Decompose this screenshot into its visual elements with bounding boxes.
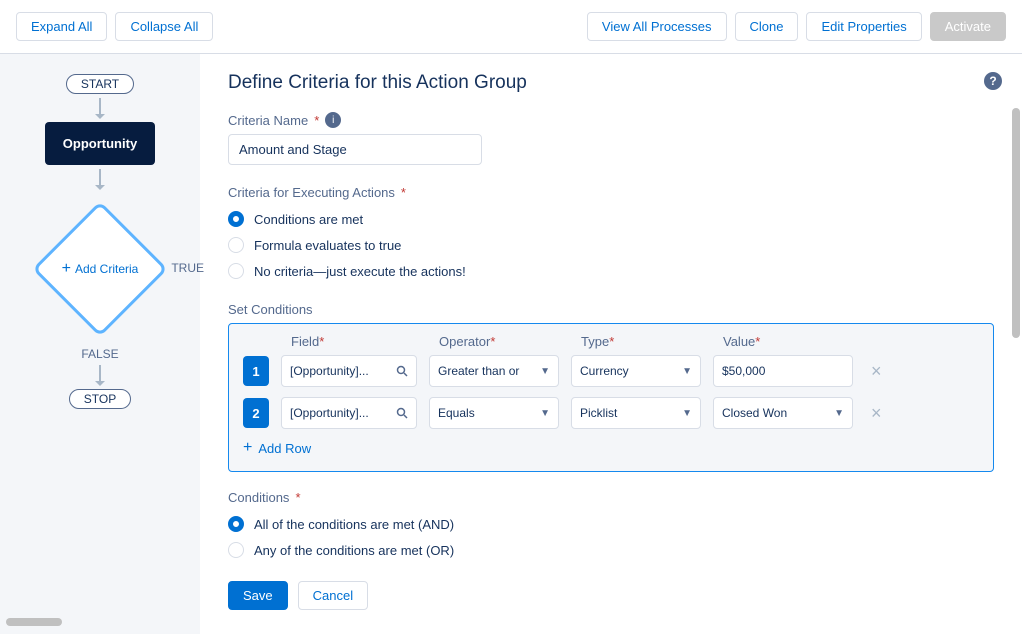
radio-no-criteria[interactable]: No criteria—just execute the actions!: [228, 258, 994, 284]
conditions-box: Field* Operator* Type* Value* 1 [Opportu…: [228, 323, 994, 472]
row-number: 2: [243, 398, 269, 428]
arrow-icon: [99, 365, 101, 385]
radio-icon: [228, 237, 244, 253]
chevron-down-icon: ▼: [834, 408, 844, 419]
object-node[interactable]: Opportunity: [45, 122, 155, 165]
footer-buttons: Save Cancel: [228, 581, 994, 610]
edit-properties-button[interactable]: Edit Properties: [806, 12, 921, 41]
stop-node: STOP: [69, 389, 131, 409]
chevron-down-icon: ▼: [540, 366, 550, 377]
conditions-logic-label: Conditions*: [228, 490, 994, 505]
chevron-down-icon: ▼: [682, 408, 692, 419]
view-all-processes-button[interactable]: View All Processes: [587, 12, 727, 41]
scrollbar-horizontal[interactable]: [6, 618, 62, 626]
type-select[interactable]: Picklist▼: [571, 397, 701, 429]
save-button[interactable]: Save: [228, 581, 288, 610]
arrow-icon: [99, 98, 101, 118]
value-select[interactable]: Closed Won▼: [713, 397, 853, 429]
operator-select[interactable]: Greater than or▼: [429, 355, 559, 387]
toolbar: Expand All Collapse All View All Process…: [0, 0, 1022, 54]
row-number: 1: [243, 356, 269, 386]
value-input[interactable]: $50,000: [713, 355, 853, 387]
expand-all-button[interactable]: Expand All: [16, 12, 107, 41]
radio-and[interactable]: All of the conditions are met (AND): [228, 511, 994, 537]
field-lookup[interactable]: [Opportunity]...: [281, 397, 417, 429]
add-criteria-label: Add Criteria: [75, 262, 138, 276]
radio-or[interactable]: Any of the conditions are met (OR): [228, 537, 994, 563]
help-icon[interactable]: ?: [984, 72, 1002, 90]
search-icon: [396, 407, 408, 419]
collapse-all-button[interactable]: Collapse All: [115, 12, 213, 41]
info-icon[interactable]: i: [325, 112, 341, 128]
toolbar-right: View All Processes Clone Edit Properties…: [587, 12, 1006, 41]
plus-icon: +: [243, 439, 252, 457]
exec-radio-group: Conditions are met Formula evaluates to …: [228, 206, 994, 284]
radio-icon: [228, 542, 244, 558]
false-label: FALSE: [81, 347, 118, 361]
clone-button[interactable]: Clone: [735, 12, 799, 41]
panel-title: Define Criteria for this Action Group: [228, 72, 994, 94]
radio-conditions-met[interactable]: Conditions are met: [228, 206, 994, 232]
field-lookup[interactable]: [Opportunity]...: [281, 355, 417, 387]
condition-row: 2 [Opportunity]... Equals▼ Picklist▼ Clo…: [243, 397, 979, 429]
criteria-panel: ? Define Criteria for this Action Group …: [200, 54, 1022, 634]
add-row-button[interactable]: + Add Row: [243, 439, 979, 457]
chevron-down-icon: ▼: [682, 366, 692, 377]
radio-icon: [228, 211, 244, 227]
toolbar-left: Expand All Collapse All: [16, 12, 213, 41]
radio-icon: [228, 516, 244, 532]
activate-button: Activate: [930, 12, 1006, 41]
radio-icon: [228, 263, 244, 279]
criteria-diamond[interactable]: + Add Criteria TRUE: [30, 199, 170, 339]
plus-icon: +: [62, 260, 71, 278]
chevron-down-icon: ▼: [540, 408, 550, 419]
scrollbar-vertical[interactable]: [1012, 108, 1020, 338]
type-select[interactable]: Currency▼: [571, 355, 701, 387]
radio-formula[interactable]: Formula evaluates to true: [228, 232, 994, 258]
process-canvas: START Opportunity + Add Criteria TRUE FA…: [0, 54, 200, 634]
delete-row-button[interactable]: ×: [865, 403, 888, 424]
start-node: START: [66, 74, 134, 94]
main: START Opportunity + Add Criteria TRUE FA…: [0, 54, 1022, 634]
condition-row: 1 [Opportunity]... Greater than or▼ Curr…: [243, 355, 979, 387]
conditions-logic-group: All of the conditions are met (AND) Any …: [228, 511, 994, 563]
exec-criteria-label: Criteria for Executing Actions*: [228, 185, 994, 200]
search-icon: [396, 365, 408, 377]
conditions-header: Field* Operator* Type* Value*: [243, 334, 979, 349]
operator-select[interactable]: Equals▼: [429, 397, 559, 429]
delete-row-button[interactable]: ×: [865, 361, 888, 382]
criteria-name-input[interactable]: [228, 134, 482, 165]
set-conditions-label: Set Conditions: [228, 302, 994, 317]
arrow-icon: [99, 169, 101, 189]
criteria-name-label: Criteria Name* i: [228, 112, 994, 128]
cancel-button[interactable]: Cancel: [298, 581, 368, 610]
